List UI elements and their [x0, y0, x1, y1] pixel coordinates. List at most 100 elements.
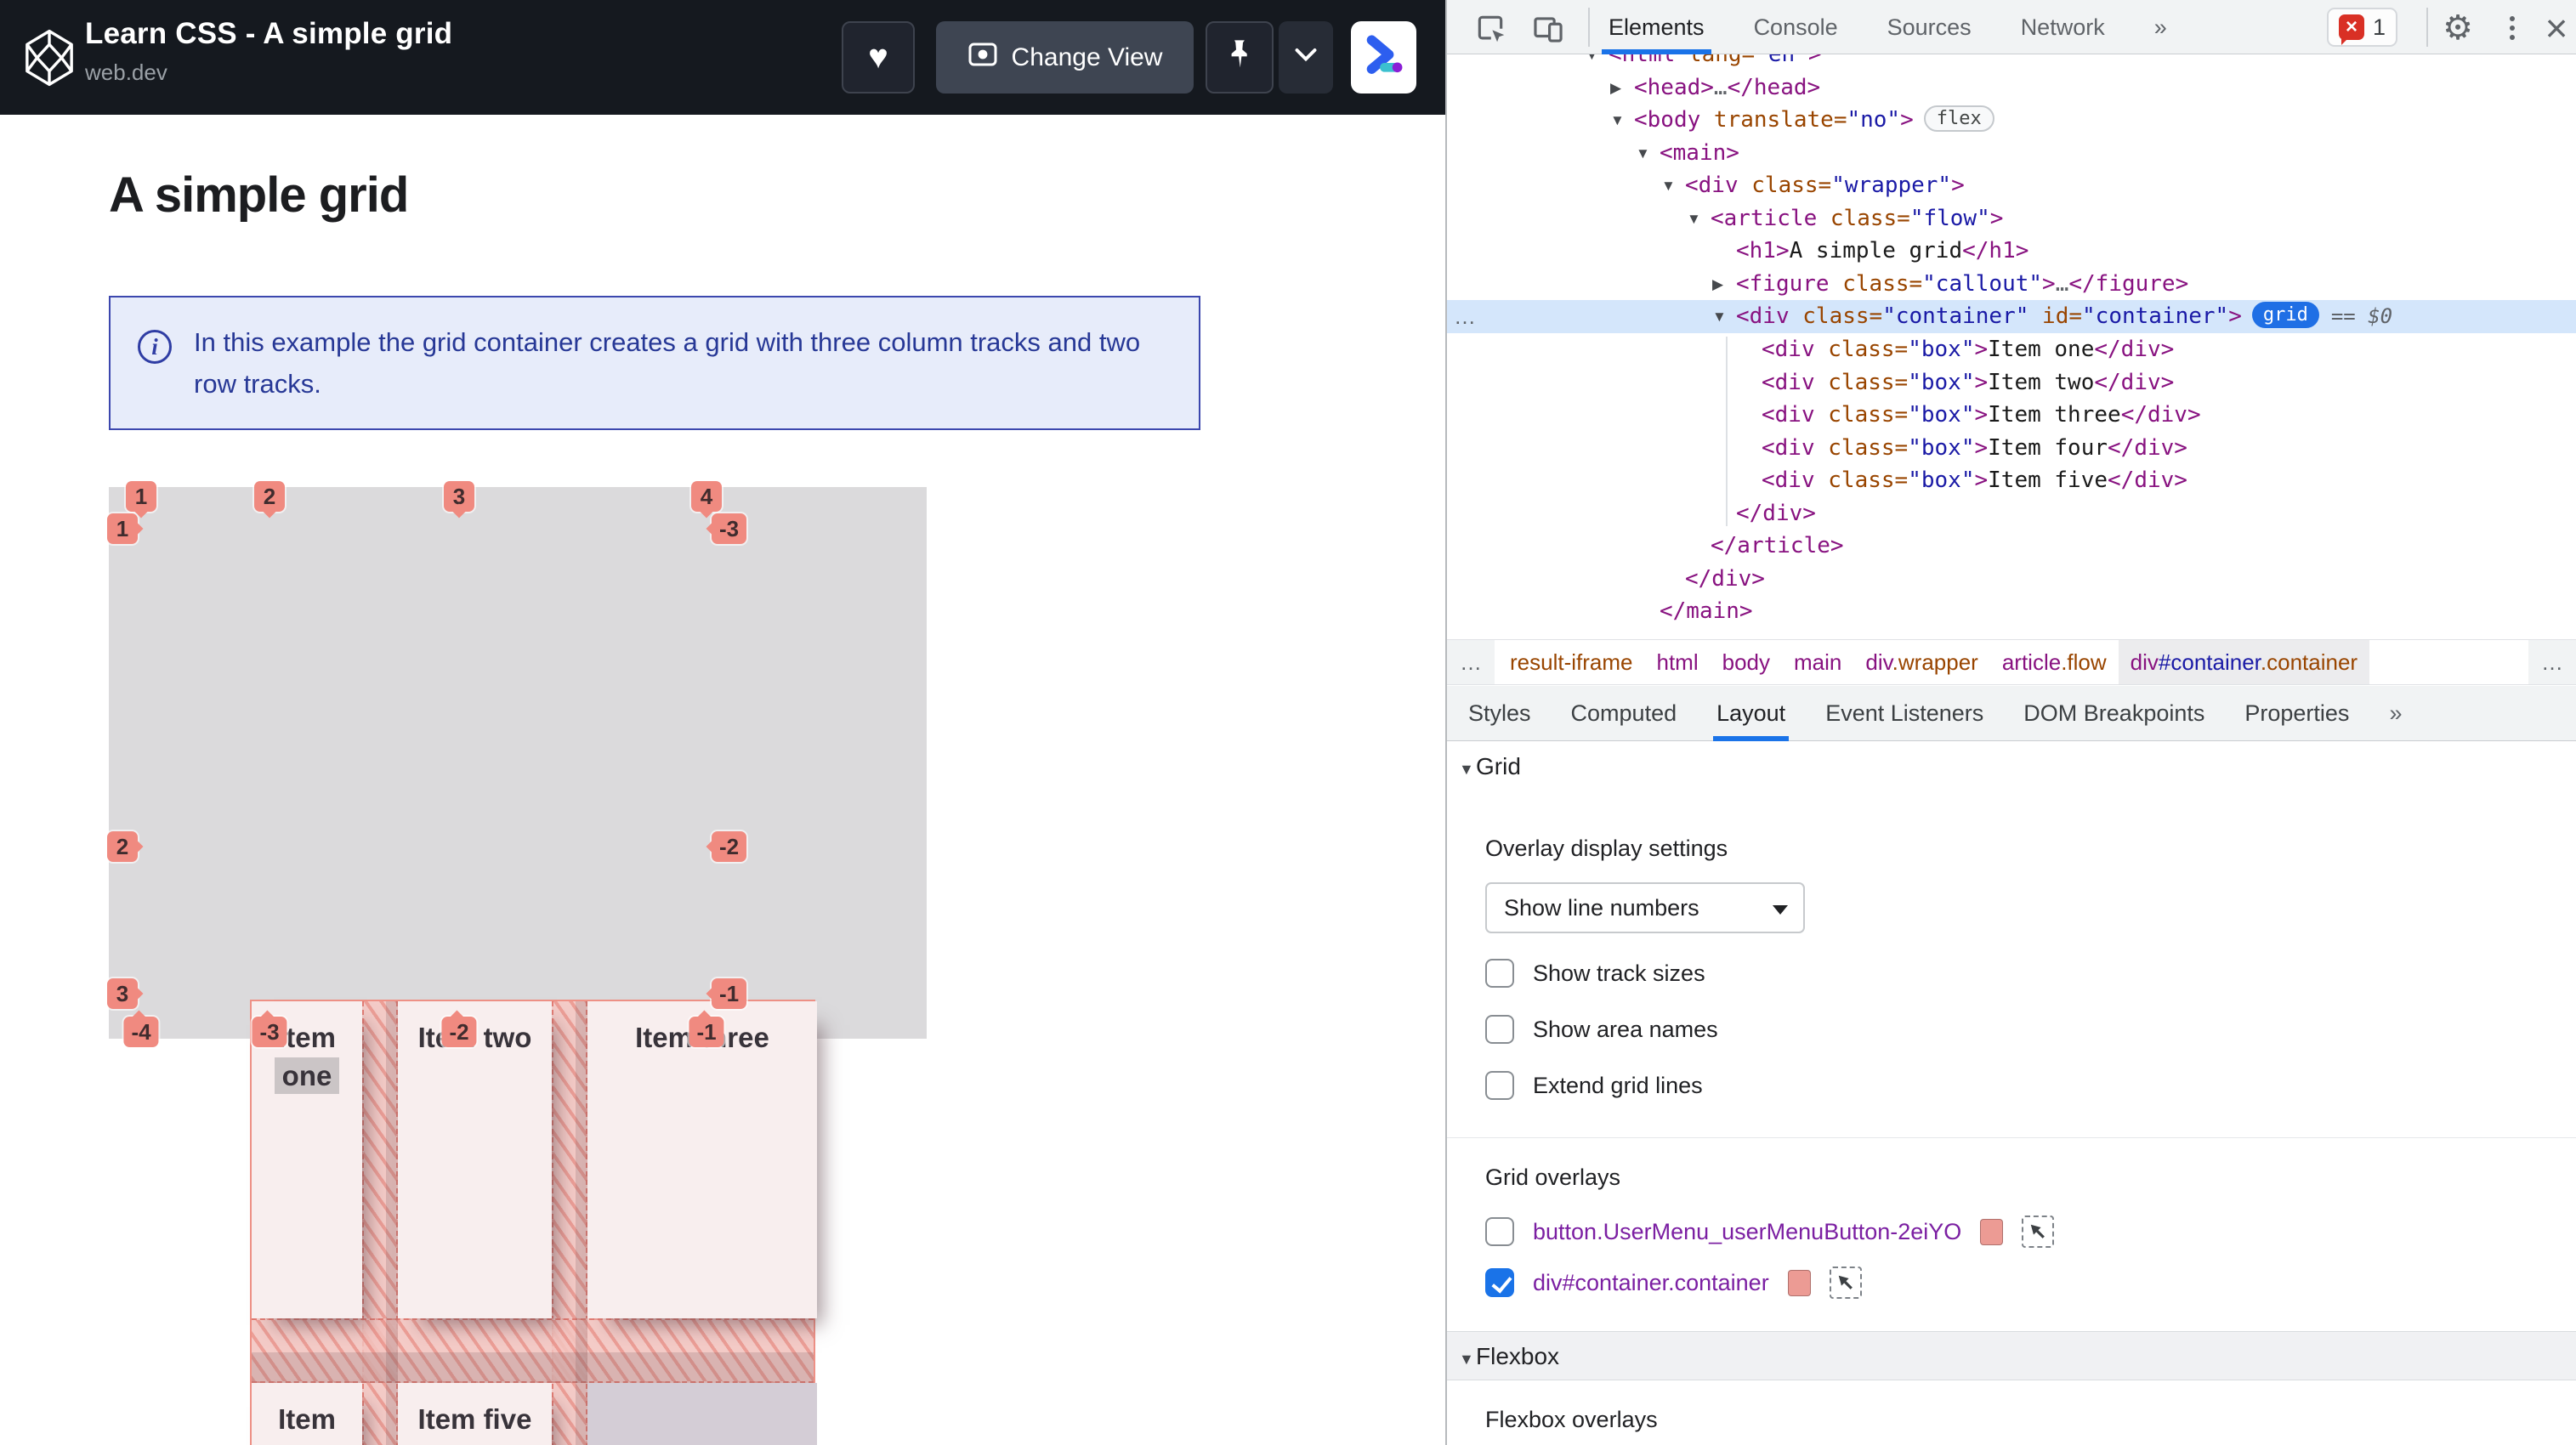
breadcrumb-overflow-left[interactable]: …: [1447, 640, 1495, 684]
breadcrumb-item[interactable]: div#container.container: [2118, 640, 2370, 684]
heart-icon: ♥: [868, 38, 888, 76]
error-badge[interactable]: × 1: [2327, 8, 2398, 47]
more-options-button[interactable]: [1279, 21, 1333, 94]
checkbox-row-show-track-sizes[interactable]: Show track sizes: [1485, 959, 1705, 988]
flexbox-section-header[interactable]: ▼Flexbox: [1447, 1331, 2576, 1380]
dom-tree-row[interactable]: ▶ <figure class="callout">…</figure>: [1447, 268, 2576, 301]
sidebar-tab-styles[interactable]: Styles: [1468, 686, 1531, 741]
dom-tree-row[interactable]: <div class="box">Item three</div>: [1447, 399, 2576, 432]
grid-line-badge: 2: [254, 481, 285, 518]
webdev-logo-icon[interactable]: [22, 29, 77, 87]
dom-tree-row[interactable]: </article>: [1447, 530, 2576, 563]
dom-tree-row[interactable]: </div>: [1447, 563, 2576, 596]
sidebar-tab-dom-breakpoints[interactable]: DOM Breakpoints: [2023, 686, 2204, 741]
playground-logo-button[interactable]: [1351, 21, 1416, 94]
kebab-menu-icon[interactable]: [2494, 10, 2530, 46]
checkbox-label: Show track sizes: [1533, 960, 1705, 986]
dom-tree-row[interactable]: <h1>A simple grid</h1>: [1447, 235, 2576, 268]
line-numbers-dropdown[interactable]: Show line numbers: [1485, 882, 1805, 933]
triangle-down-icon: ▼: [1459, 1351, 1474, 1368]
expand-arrow-open-icon[interactable]: ▼: [1687, 202, 1711, 235]
expand-arrow-open-icon[interactable]: ▼: [1636, 137, 1660, 170]
tab-sources[interactable]: Sources: [1887, 0, 1972, 54]
dom-tree-row[interactable]: ▼ <body translate="no"> flex: [1447, 104, 2576, 137]
select-element-icon[interactable]: [2022, 1216, 2055, 1248]
grid-overlay-row[interactable]: button.UserMenu_userMenuButton-2eiYO: [1485, 1216, 2055, 1248]
expand-arrow-open-icon[interactable]: ▼: [1712, 300, 1736, 333]
checkbox[interactable]: [1485, 959, 1514, 988]
dom-tree-row[interactable]: <div class="box">Item five</div>: [1447, 464, 2576, 497]
tab-elements[interactable]: Elements: [1602, 0, 1711, 54]
grid-line-badge: 3: [107, 978, 144, 1009]
pin-button[interactable]: [1206, 21, 1274, 94]
checkbox-row-extend-grid-lines[interactable]: Extend grid lines: [1485, 1071, 1703, 1100]
favorite-button[interactable]: ♥: [842, 21, 915, 94]
device-toolbar-icon[interactable]: [1530, 10, 1566, 46]
sidebar-tab-layout[interactable]: Layout: [1713, 686, 1790, 741]
checkbox[interactable]: [1485, 1217, 1514, 1246]
toolbar-divider: [1588, 8, 1590, 47]
playground-logo-icon: [1362, 33, 1406, 82]
grid-section-header[interactable]: ▼Grid: [1447, 742, 2576, 791]
grid-empty-cell: [587, 1383, 817, 1445]
triangle-down-icon: ▼: [1459, 761, 1474, 778]
sidebar-tab-computed[interactable]: Computed: [1571, 686, 1677, 741]
dom-tree-row[interactable]: ▼ <main>: [1447, 137, 2576, 170]
dom-tree-row[interactable]: </div>: [1447, 497, 2576, 530]
sidebar-more-tabs-icon[interactable]: »: [2389, 700, 2402, 727]
checkbox-row-show-area-names[interactable]: Show area names: [1485, 1015, 1718, 1044]
flex-badge[interactable]: flex: [1923, 105, 1994, 133]
breadcrumb-overflow-right[interactable]: …: [2528, 640, 2576, 684]
flexbox-overlays-label: Flexbox overlays: [1485, 1407, 1658, 1432]
select-element-icon[interactable]: [1829, 1266, 1862, 1299]
change-view-button[interactable]: Change View: [936, 21, 1194, 94]
close-devtools-icon[interactable]: ×: [2539, 6, 2574, 50]
page-title: Learn CSS - A simple grid: [85, 17, 453, 50]
checkbox-label: Show area names: [1533, 1016, 1718, 1042]
section-divider: [1447, 1137, 2576, 1138]
dom-tree-row[interactable]: ▼ <div class="wrapper">: [1447, 169, 2576, 202]
breadcrumb: … result-iframe html body main div.wrapper ar…: [1447, 639, 2576, 685]
web-page: Learn CSS - A simple grid web.dev ♥ Chan…: [0, 0, 1445, 1445]
checkbox[interactable]: [1485, 1071, 1514, 1100]
grid-line-badge: -4: [123, 1010, 159, 1047]
sidebar-tab-properties[interactable]: Properties: [2244, 686, 2349, 741]
checkbox-checked[interactable]: [1485, 1268, 1514, 1297]
dom-tree-row[interactable]: </main>: [1447, 595, 2576, 628]
grid-line-badge: -3: [252, 1010, 287, 1047]
dom-tree-row[interactable]: <div class="box">Item two</div>: [1447, 366, 2576, 400]
grid-badge[interactable]: grid: [2251, 302, 2319, 329]
breadcrumb-item[interactable]: main: [1782, 640, 1853, 684]
breadcrumb-item[interactable]: article.flow: [1990, 640, 2119, 684]
checkbox[interactable]: [1485, 1015, 1514, 1044]
expand-arrow-closed-icon[interactable]: ▶: [1712, 268, 1736, 301]
dom-tree-row[interactable]: ▼ <html lang="en">: [1447, 54, 2576, 71]
toolbar-divider-2: [2426, 8, 2428, 47]
overlay-color-swatch[interactable]: [1787, 1269, 1811, 1296]
grid-overlay-row[interactable]: div#container.container: [1485, 1266, 1862, 1299]
info-callout: i In this example the grid container cre…: [109, 296, 1200, 430]
breadcrumb-items: result-iframe html body main div.wrapper arti…: [1498, 640, 2370, 684]
breadcrumb-item[interactable]: body: [1711, 640, 1782, 684]
more-tabs-icon[interactable]: »: [2154, 14, 2167, 41]
breadcrumb-item[interactable]: result-iframe: [1498, 640, 1644, 684]
sidebar-tab-event-listeners[interactable]: Event Listeners: [1825, 686, 1983, 741]
breadcrumb-item[interactable]: html: [1644, 640, 1710, 684]
expand-arrow-open-icon[interactable]: ▼: [1661, 169, 1685, 202]
tab-console[interactable]: Console: [1754, 0, 1838, 54]
grid-line-badge: -1: [689, 1010, 724, 1047]
expand-arrow-closed-icon[interactable]: ▶: [1610, 71, 1634, 105]
dom-tree-row[interactable]: ▶ <head>…</head>: [1447, 71, 2576, 105]
expand-arrow-open-icon[interactable]: ▼: [1585, 54, 1609, 71]
dom-tree-row[interactable]: … ▼ <div class="container" id="container">…: [1447, 300, 2576, 334]
tab-network[interactable]: Network: [2021, 0, 2105, 54]
dom-tree-row[interactable]: <div class="box">Item one</div>: [1447, 333, 2576, 366]
grid-item: Item three: [587, 1001, 817, 1318]
dom-tree-row[interactable]: ▼ <article class="flow">: [1447, 202, 2576, 235]
settings-gear-icon[interactable]: ⚙: [2440, 9, 2476, 47]
breadcrumb-item[interactable]: div.wrapper: [1853, 640, 1989, 684]
inspect-element-icon[interactable]: [1472, 10, 1508, 46]
overlay-color-swatch[interactable]: [1980, 1218, 2004, 1245]
expand-arrow-open-icon[interactable]: ▼: [1610, 104, 1634, 137]
dom-tree-row[interactable]: <div class="box">Item four</div>: [1447, 432, 2576, 465]
